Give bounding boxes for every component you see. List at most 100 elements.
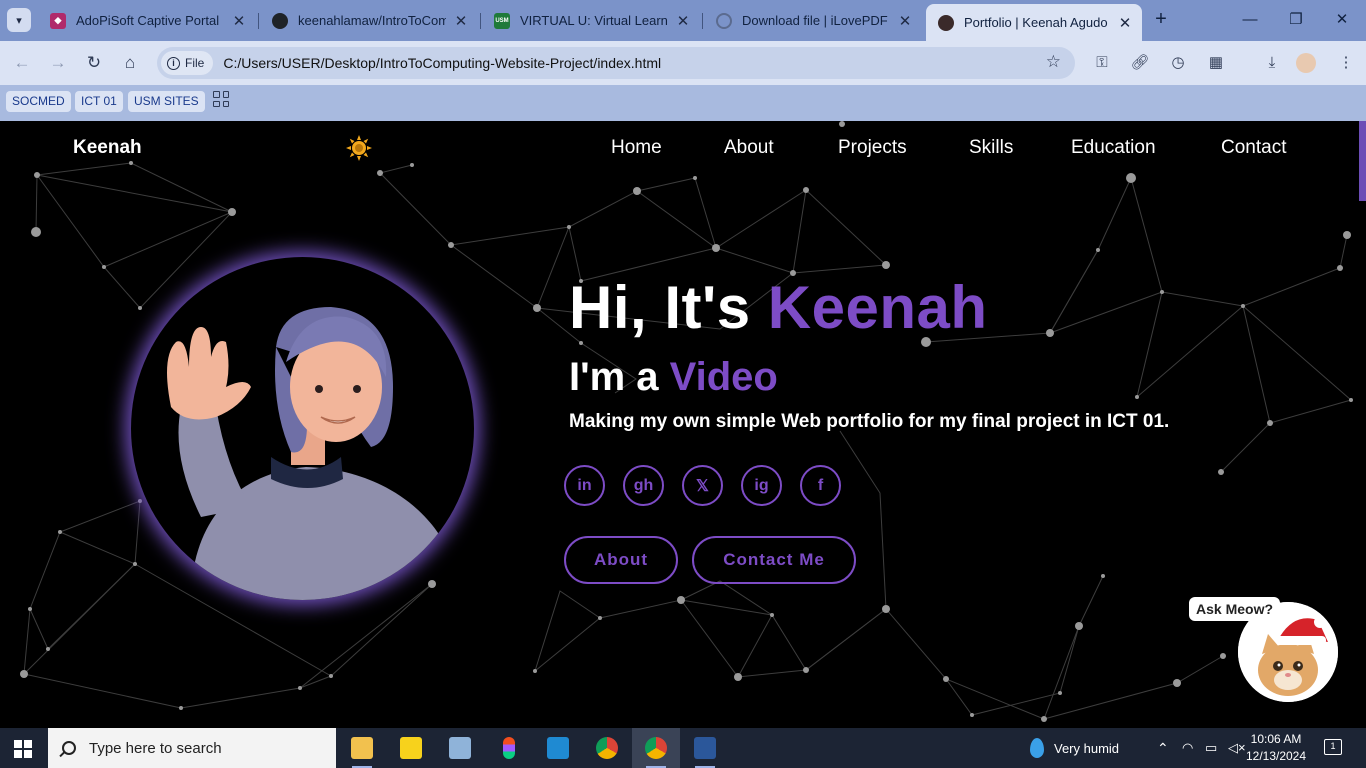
nav-about[interactable]: About bbox=[724, 137, 774, 159]
apps-grid-icon[interactable] bbox=[213, 91, 229, 107]
weather-widget[interactable]: Very humid bbox=[1030, 728, 1119, 768]
show-hidden-icons-button[interactable]: ⌃ bbox=[1157, 728, 1169, 768]
tab-title: VIRTUAL U: Virtual Learning bbox=[520, 13, 668, 28]
tab-separator bbox=[258, 13, 259, 29]
facebook-icon[interactable]: f bbox=[800, 465, 841, 506]
word-icon bbox=[694, 737, 716, 759]
adopisoft-favicon-icon: ◆ bbox=[50, 12, 66, 29]
profile-avatar-illustration bbox=[131, 257, 474, 600]
nav-skills[interactable]: Skills bbox=[969, 137, 1013, 159]
system-clock[interactable]: 10:06 AM 12/13/2024 bbox=[1245, 731, 1307, 765]
bookmark-star-icon[interactable]: ☆ bbox=[1046, 52, 1061, 72]
windows-start-icon[interactable] bbox=[14, 740, 32, 758]
tab-separator bbox=[480, 13, 481, 29]
tab-portfolio[interactable]: Portfolio | Keenah Agudo ✕ bbox=[926, 4, 1142, 41]
bookmarks-bar: SOCMED ICT 01 USM SITES bbox=[0, 85, 1366, 121]
clock-date: 12/13/2024 bbox=[1245, 749, 1307, 763]
usm-favicon-icon: USM bbox=[494, 12, 510, 29]
url-text[interactable]: C:/Users/USER/Desktop/IntroToComputing-W… bbox=[223, 55, 661, 71]
github-favicon-icon bbox=[272, 12, 288, 29]
minimize-button[interactable]: — bbox=[1227, 7, 1273, 33]
greeting-prefix: Hi, It's bbox=[569, 274, 768, 341]
vscode-taskbar-button[interactable] bbox=[534, 728, 582, 768]
close-tab-icon[interactable]: ✕ bbox=[454, 12, 468, 30]
nav-home[interactable]: Home bbox=[611, 137, 662, 159]
network-icon[interactable]: ◠ bbox=[1182, 728, 1193, 768]
restore-button[interactable]: ❐ bbox=[1273, 7, 1319, 33]
bookmark-usm-sites[interactable]: USM SITES bbox=[128, 91, 205, 112]
windows-taskbar: Type here to search Very humid ⌃ ◠ ▭ ◁× … bbox=[0, 728, 1366, 768]
x-icon[interactable]: 𝕏 bbox=[682, 465, 723, 506]
jgrasp-icon bbox=[449, 737, 471, 759]
tab-title: Download file | iLovePDF bbox=[742, 13, 888, 28]
about-button[interactable]: About bbox=[564, 536, 678, 584]
nav-contact[interactable]: Contact bbox=[1221, 137, 1286, 159]
tab-title: keenahlamaw/IntroToCompu bbox=[298, 13, 446, 28]
page-scrollbar-thumb[interactable] bbox=[1359, 121, 1366, 201]
chatbot-bubble[interactable]: Ask Meow? bbox=[1189, 597, 1281, 621]
sticky-notes-taskbar-button[interactable] bbox=[387, 728, 435, 768]
tab-adopisoft[interactable]: ◆ AdoPiSoft Captive Portal ✕ bbox=[38, 6, 256, 35]
home-button[interactable]: ⌂ bbox=[118, 51, 142, 75]
role-typed-word: Video bbox=[669, 355, 778, 399]
qr-code-icon[interactable]: ▦ bbox=[1204, 51, 1228, 75]
hero-description: Making my own simple Web portfolio for m… bbox=[569, 411, 1170, 432]
history-icon[interactable]: ◷ bbox=[1166, 51, 1190, 75]
forward-button[interactable]: → bbox=[46, 51, 70, 75]
password-key-icon[interactable]: ⚿ bbox=[1090, 51, 1114, 75]
back-button[interactable]: ← bbox=[10, 51, 34, 75]
weather-text: Very humid bbox=[1054, 740, 1120, 756]
tab-search-button[interactable]: ▾ bbox=[7, 8, 31, 32]
figma-icon bbox=[503, 737, 515, 759]
tab-ilovepdf[interactable]: Download file | iLovePDF ✕ bbox=[704, 6, 922, 35]
contact-me-button[interactable]: Contact Me bbox=[692, 536, 856, 584]
instagram-icon[interactable]: ig bbox=[741, 465, 782, 506]
folder-icon bbox=[351, 737, 373, 759]
close-window-button[interactable]: ✕ bbox=[1319, 7, 1365, 33]
nav-projects[interactable]: Projects bbox=[838, 137, 907, 159]
site-logo[interactable]: Keenah bbox=[73, 137, 142, 159]
download-icon[interactable]: ⤓ bbox=[1260, 51, 1284, 75]
figma-taskbar-button[interactable] bbox=[485, 728, 533, 768]
close-tab-icon[interactable]: ✕ bbox=[898, 12, 912, 30]
profile-avatar[interactable] bbox=[1296, 53, 1316, 73]
jgrasp-taskbar-button[interactable] bbox=[436, 728, 484, 768]
taskbar-search-box[interactable]: Type here to search bbox=[48, 728, 336, 768]
address-bar[interactable]: i File C:/Users/USER/Desktop/IntroToComp… bbox=[157, 47, 1075, 79]
bookmark-ict01[interactable]: ICT 01 bbox=[75, 91, 123, 112]
new-tab-button[interactable]: + bbox=[1150, 8, 1172, 32]
notification-center-icon[interactable]: 1 bbox=[1324, 739, 1342, 755]
close-tab-icon[interactable]: ✕ bbox=[232, 12, 246, 30]
tab-separator bbox=[702, 13, 703, 29]
vscode-icon bbox=[547, 737, 569, 759]
close-tab-icon[interactable]: ✕ bbox=[1118, 14, 1132, 32]
sun-icon[interactable] bbox=[346, 135, 372, 161]
tab-virtual-u[interactable]: USM VIRTUAL U: Virtual Learning ✕ bbox=[482, 6, 700, 35]
github-icon[interactable]: gh bbox=[623, 465, 664, 506]
site-info-chip[interactable]: i File bbox=[161, 51, 214, 75]
battery-icon[interactable]: ▭ bbox=[1205, 728, 1217, 768]
chrome-profile-taskbar-button[interactable] bbox=[632, 728, 680, 768]
linkedin-icon[interactable]: in bbox=[564, 465, 605, 506]
tab-title: AdoPiSoft Captive Portal bbox=[76, 13, 220, 28]
nav-education[interactable]: Education bbox=[1071, 137, 1156, 159]
reload-button[interactable]: ↻ bbox=[82, 51, 106, 75]
menu-kebab-icon[interactable]: ⋮ bbox=[1334, 51, 1358, 75]
close-tab-icon[interactable]: ✕ bbox=[676, 12, 690, 30]
role-prefix: I'm a bbox=[569, 355, 670, 399]
volume-muted-icon[interactable]: ◁× bbox=[1228, 728, 1246, 768]
water-drop-icon bbox=[1030, 738, 1044, 758]
portfolio-page: Keenah Home About Projects Skills Educat… bbox=[0, 121, 1366, 728]
link-icon[interactable]: 🔗︎ bbox=[1128, 51, 1152, 75]
info-icon: i bbox=[167, 56, 180, 70]
clock-time: 10:06 AM bbox=[1250, 732, 1302, 746]
chrome-taskbar-button[interactable] bbox=[583, 728, 631, 768]
portfolio-favicon-icon bbox=[938, 14, 954, 31]
tab-github[interactable]: keenahlamaw/IntroToCompu ✕ bbox=[260, 6, 478, 35]
file-explorer-taskbar-button[interactable] bbox=[338, 728, 386, 768]
word-taskbar-button[interactable] bbox=[681, 728, 729, 768]
hero-greeting: Hi, It's Keenah bbox=[569, 273, 988, 342]
bookmark-socmed[interactable]: SOCMED bbox=[6, 91, 71, 112]
search-placeholder: Type here to search bbox=[89, 739, 222, 757]
search-icon bbox=[62, 741, 76, 755]
